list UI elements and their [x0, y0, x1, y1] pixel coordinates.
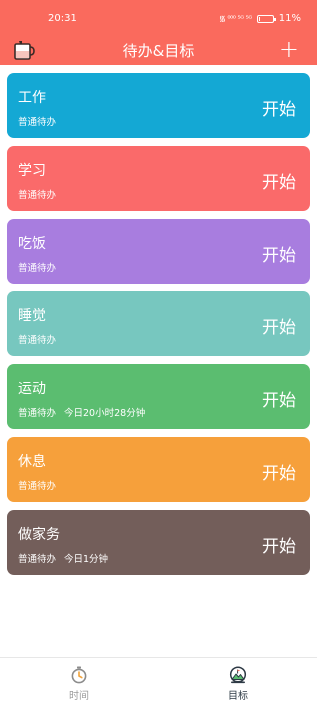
- task-meta: 普通待办: [18, 260, 64, 274]
- task-meta: 普通待办: [18, 478, 64, 492]
- goal-mountain-icon: [229, 666, 247, 684]
- task-name: 吃饭: [18, 235, 46, 252]
- task-meta: 普通待办 今日1分钟: [18, 551, 108, 565]
- task-name: 运动: [18, 381, 46, 398]
- battery-percent: 11%: [278, 13, 301, 24]
- battery-icon: [256, 14, 276, 23]
- task-type-label: 普通待办: [18, 335, 57, 347]
- start-button[interactable]: 开始: [262, 95, 296, 120]
- start-button[interactable]: 开始: [262, 313, 296, 338]
- task-type-label: 普通待办: [18, 480, 57, 492]
- task-name: 工作: [18, 90, 46, 106]
- start-button[interactable]: 开始: [262, 459, 296, 484]
- status-time: 20:31: [48, 13, 77, 24]
- task-card[interactable]: 工作 普通待办 开始: [7, 73, 310, 138]
- task-list: 工作 普通待办 开始 学习 普通待办 开始 吃饭 普通待办 开始 睡觉 普通待办…: [7, 73, 310, 583]
- task-type-label: 普通待办: [18, 117, 57, 128]
- status-bar: 20:31 ᯾ ⁰⁰⁰ ⁵ᴳ ⁵ᴳ 11%: [0, 0, 317, 35]
- task-duration: 今日1分钟: [64, 553, 109, 565]
- task-card[interactable]: 做家务 普通待办 今日1分钟 开始: [7, 509, 310, 575]
- start-button[interactable]: 开始: [262, 241, 296, 266]
- task-name: 学习: [18, 162, 46, 179]
- task-type-label: 普通待办: [18, 553, 57, 565]
- tab-goal[interactable]: 目标: [208, 666, 268, 702]
- page-title: 待办&目标: [122, 42, 195, 60]
- start-button[interactable]: 开始: [262, 168, 296, 193]
- tab-goal-label: 目标: [228, 691, 248, 702]
- task-duration: 今日20小时28分钟: [64, 408, 146, 420]
- start-button[interactable]: 开始: [262, 386, 296, 411]
- task-card[interactable]: 运动 普通待办 今日20小时28分钟 开始: [7, 364, 310, 430]
- task-name: 做家务: [18, 526, 60, 543]
- task-meta: 普通待办: [18, 332, 64, 346]
- bottom-nav: 时间 目标: [0, 657, 317, 708]
- signal-icons: ᯾ ⁰⁰⁰ ⁵ᴳ ⁵ᴳ: [218, 14, 252, 23]
- start-button[interactable]: 开始: [262, 532, 296, 557]
- stopwatch-icon: [71, 666, 87, 684]
- app-header: 待办&目标 +: [0, 35, 317, 65]
- task-card[interactable]: 学习 普通待办 开始: [7, 145, 310, 211]
- task-meta: 普通待办 今日20小时28分钟: [18, 405, 145, 419]
- task-card[interactable]: 睡觉 普通待办 开始: [7, 291, 310, 357]
- tab-time[interactable]: 时间: [49, 666, 109, 702]
- task-meta: 普通待办: [18, 114, 64, 128]
- task-type-label: 普通待办: [18, 189, 57, 201]
- task-name: 睡觉: [18, 308, 46, 325]
- task-card[interactable]: 休息 普通待办 开始: [7, 436, 310, 502]
- task-type-label: 普通待办: [18, 408, 57, 420]
- battery-fill: [258, 16, 261, 21]
- add-task-button[interactable]: +: [279, 37, 299, 61]
- task-meta: 普通待办: [18, 187, 64, 201]
- task-type-label: 普通待办: [18, 262, 57, 274]
- status-indicators: ᯾ ⁰⁰⁰ ⁵ᴳ ⁵ᴳ 11%: [219, 13, 301, 24]
- tab-time-label: 时间: [69, 691, 89, 702]
- task-card[interactable]: 吃饭 普通待办 开始: [7, 218, 310, 284]
- task-name: 休息: [18, 453, 46, 470]
